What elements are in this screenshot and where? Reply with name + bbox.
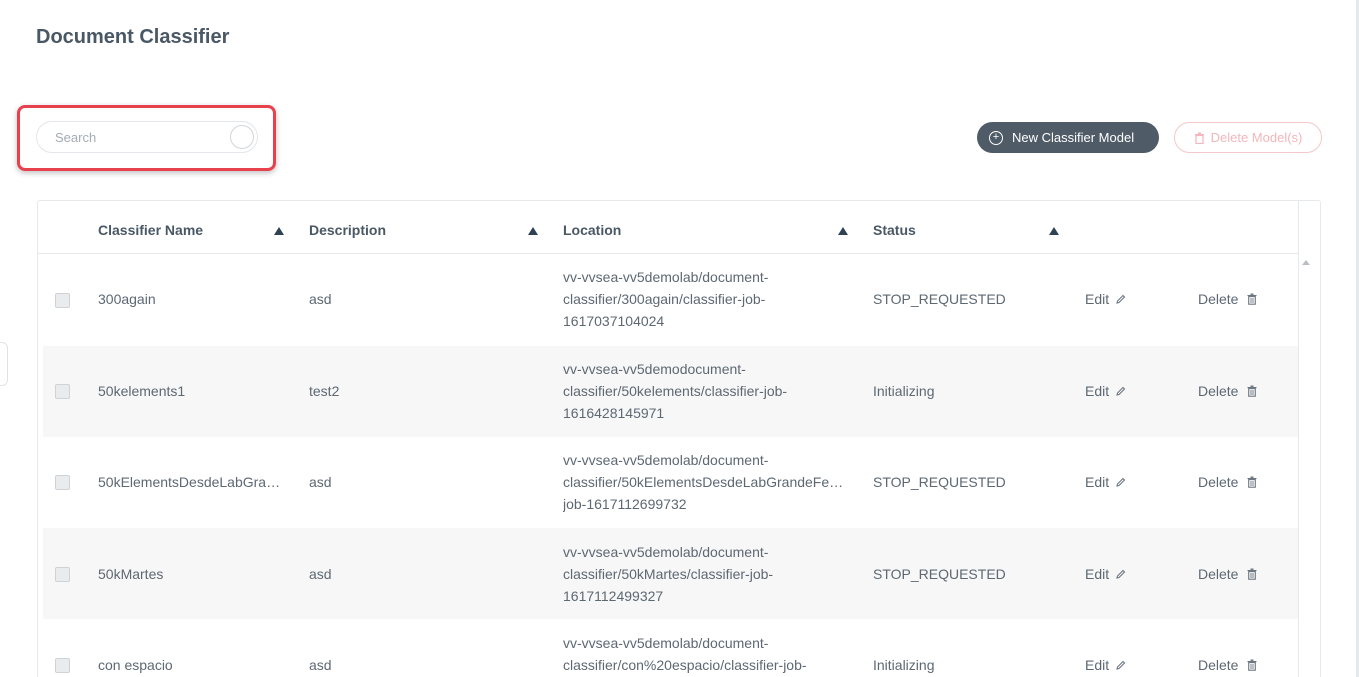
location-line: vv-vvsea-vv5demodocument- <box>563 361 746 377</box>
location-line: classifier/con%20espacio/classifier-job- <box>563 657 807 673</box>
row-checkbox[interactable] <box>55 293 70 308</box>
description: asd <box>309 566 332 582</box>
column-header-description[interactable]: Description <box>309 222 386 238</box>
classifier-name: 300again <box>98 291 156 307</box>
table-row: 300again asd vv-vvsea-vv5demolab/documen… <box>43 255 1298 346</box>
edit-label: Edit <box>1085 657 1110 673</box>
column-header-classifier-name[interactable]: Classifier Name <box>98 222 203 238</box>
row-checkbox[interactable] <box>55 658 70 673</box>
location-line: vv-vvsea-vv5demolab/document- <box>563 269 769 285</box>
location: vv-vvsea-vv5demolab/document- classifier… <box>563 266 848 332</box>
edit-button[interactable]: Edit <box>1085 474 1126 490</box>
table-scrollbar[interactable] <box>1299 254 1320 677</box>
description: asd <box>309 657 332 673</box>
delete-label: Delete <box>1198 566 1239 582</box>
row-checkbox[interactable] <box>55 567 70 582</box>
description: test2 <box>309 383 340 399</box>
status: STOP_REQUESTED <box>873 474 1006 490</box>
trash-icon <box>1194 132 1204 144</box>
trash-icon <box>1247 568 1257 580</box>
location: vv-vvsea-vv5demolab/document- classifier… <box>563 632 848 676</box>
page-title: Document Classifier <box>36 26 230 48</box>
edit-button[interactable]: Edit <box>1085 566 1126 582</box>
table-row: 50kMartes asd vv-vvsea-vv5demolab/docume… <box>43 528 1298 619</box>
trash-icon <box>1247 659 1257 671</box>
delete-models-button[interactable]: Delete Model(s) <box>1174 122 1322 153</box>
new-classifier-model-button[interactable]: + New Classifier Model <box>977 122 1159 153</box>
sort-asc-icon[interactable] <box>274 227 284 235</box>
description: asd <box>309 291 332 307</box>
plus-circle-icon: + <box>989 130 1003 145</box>
status: Initializing <box>873 383 935 399</box>
description: asd <box>309 474 332 490</box>
location-line: 1616428145971 <box>563 405 665 421</box>
location-line: vv-vvsea-vv5demolab/document- <box>563 452 769 468</box>
column-header-status[interactable]: Status <box>873 222 916 238</box>
edit-label: Edit <box>1085 566 1110 582</box>
classifier-name: con espacio <box>98 657 173 673</box>
status: STOP_REQUESTED <box>873 291 1006 307</box>
pencil-icon <box>1116 477 1126 487</box>
edit-button[interactable]: Edit <box>1085 291 1126 307</box>
location: vv-vvsea-vv5demolab/document- classifier… <box>563 541 848 607</box>
location-line: classifier/300again/classifier-job- <box>563 291 766 307</box>
edit-button[interactable]: Edit <box>1085 383 1126 399</box>
delete-button[interactable]: Delete <box>1198 383 1257 399</box>
location: vv-vvsea-vv5demolab/document- classifier… <box>563 449 848 515</box>
delete-button[interactable]: Delete <box>1198 291 1257 307</box>
trash-icon <box>1247 385 1257 397</box>
column-header-location[interactable]: Location <box>563 222 621 238</box>
new-classifier-model-label: New Classifier Model <box>1012 130 1135 145</box>
location-line: classifier/50kelements/classifier-job- <box>563 383 788 399</box>
scroll-up-arrow-icon[interactable] <box>1302 260 1310 265</box>
delete-button[interactable]: Delete <box>1198 474 1257 490</box>
edit-label: Edit <box>1085 383 1110 399</box>
table-row: con espacio asd vv-vvsea-vv5demolab/docu… <box>43 619 1298 677</box>
delete-models-label: Delete Model(s) <box>1210 130 1303 145</box>
side-panel-handle[interactable] <box>0 342 8 386</box>
location-line: vv-vvsea-vv5demolab/document- <box>563 544 769 560</box>
search-input[interactable] <box>55 122 225 152</box>
trash-icon <box>1247 476 1257 488</box>
delete-label: Delete <box>1198 291 1239 307</box>
status: STOP_REQUESTED <box>873 566 1006 582</box>
location-line: 1617112499327 <box>563 588 664 604</box>
pencil-icon <box>1116 569 1126 579</box>
status: Initializing <box>873 657 935 673</box>
row-checkbox[interactable] <box>55 475 70 490</box>
row-checkbox[interactable] <box>55 384 70 399</box>
pencil-icon <box>1116 660 1126 670</box>
search-toggle-icon[interactable] <box>230 125 254 149</box>
delete-label: Delete <box>1198 657 1239 673</box>
sort-asc-icon[interactable] <box>528 227 538 235</box>
location-line: job-1617112699732 <box>563 496 687 512</box>
search-box[interactable] <box>36 121 258 153</box>
location-line: 1617037104024 <box>563 313 665 329</box>
delete-button[interactable]: Delete <box>1198 566 1257 582</box>
classifier-name: 50kElementsDesdeLabGrandeFe… <box>98 474 281 490</box>
delete-label: Delete <box>1198 474 1239 490</box>
sort-asc-icon[interactable] <box>1049 227 1059 235</box>
edit-button[interactable]: Edit <box>1085 657 1126 673</box>
location: vv-vvsea-vv5demodocument- classifier/50k… <box>563 358 848 424</box>
sort-asc-icon[interactable] <box>838 227 848 235</box>
edit-label: Edit <box>1085 474 1110 490</box>
location-line: vv-vvsea-vv5demolab/document- <box>563 635 769 651</box>
trash-icon <box>1247 293 1257 305</box>
delete-label: Delete <box>1198 383 1239 399</box>
table-header: Classifier Name Description Location Sta… <box>38 201 1298 254</box>
classifier-name: 50kMartes <box>98 566 164 582</box>
classifier-name: 50kelements1 <box>98 383 186 399</box>
location-line: classifier/50kElementsDesdeLabGrandeFe… <box>563 474 844 490</box>
location-line: classifier/50kMartes/classifier-job- <box>563 566 774 582</box>
pencil-icon <box>1116 294 1126 304</box>
table-row: 50kElementsDesdeLabGrandeFe… asd vv-vvse… <box>43 437 1298 528</box>
pencil-icon <box>1116 386 1126 396</box>
delete-button[interactable]: Delete <box>1198 657 1257 673</box>
edit-label: Edit <box>1085 291 1110 307</box>
classifier-table: Classifier Name Description Location Sta… <box>37 200 1321 677</box>
table-row: 50kelements1 test2 vv-vvsea-vv5demodocum… <box>43 346 1298 437</box>
